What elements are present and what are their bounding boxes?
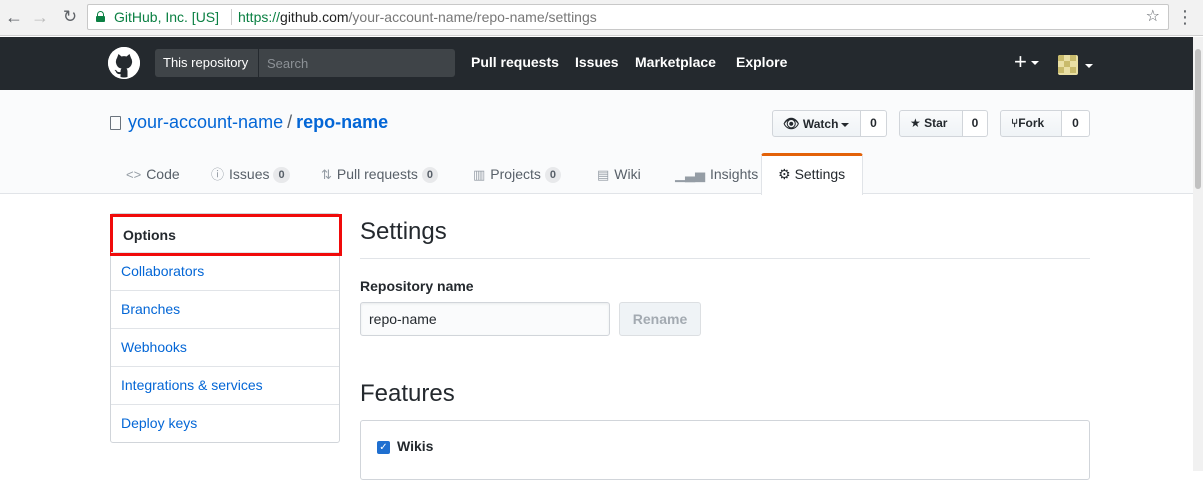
- wikis-label: Wikis: [397, 438, 434, 454]
- features-box: ✓ Wikis: [360, 420, 1090, 480]
- sidebar-item-collaborators[interactable]: Collaborators: [111, 252, 339, 290]
- lock-icon: [96, 11, 105, 22]
- graph-icon: ▁▃▅: [675, 167, 705, 182]
- github-header: This repository Pull requests Issues Mar…: [0, 37, 1203, 90]
- repo-icon: [110, 116, 121, 130]
- search-input[interactable]: [259, 49, 455, 77]
- bookmark-star-icon[interactable]: ☆: [1146, 5, 1160, 29]
- page-title: Settings: [360, 218, 447, 245]
- rename-button[interactable]: Rename: [619, 302, 701, 336]
- issues-counter: 0: [273, 167, 290, 183]
- forward-arrow-icon[interactable]: →: [30, 7, 50, 27]
- pulls-counter: 0: [421, 167, 438, 183]
- tab-insights[interactable]: ▁▃▅ Insights: [675, 154, 758, 194]
- page-scrollbar[interactable]: [1193, 37, 1203, 471]
- divider: [360, 258, 1090, 259]
- repo-name-input[interactable]: [360, 302, 610, 336]
- tab-pull-requests[interactable]: ⇅ Pull requests 0: [321, 154, 438, 194]
- repo-owner-link[interactable]: your-account-name: [128, 112, 283, 132]
- nav-pull-requests[interactable]: Pull requests: [471, 54, 559, 70]
- reload-icon[interactable]: ↻: [60, 7, 80, 27]
- sidebar-item-webhooks[interactable]: Webhooks: [111, 328, 339, 366]
- tab-projects[interactable]: ▥ Projects 0: [473, 154, 561, 194]
- star-button[interactable]: ★ Star: [899, 110, 963, 137]
- nav-issues[interactable]: Issues: [575, 54, 619, 70]
- features-title: Features: [360, 380, 455, 407]
- url-text[interactable]: https://github.com/your-account-name/rep…: [238, 5, 597, 29]
- github-logo-icon[interactable]: [108, 47, 140, 79]
- avatar[interactable]: [1058, 55, 1078, 75]
- wikis-checkbox[interactable]: ✓: [377, 441, 390, 454]
- omnibox-separator: [231, 9, 232, 25]
- chevron-down-icon: [1030, 61, 1039, 66]
- pull-request-icon: ⇅: [321, 167, 332, 182]
- projects-counter: 0: [544, 167, 561, 183]
- repo-path-separator: /: [287, 112, 293, 132]
- fork-count[interactable]: 0: [1062, 110, 1090, 137]
- issue-icon: ⓘ: [211, 167, 225, 182]
- repo-header: your-account-name / repo-name 👁 Watch 0 ★ …: [0, 90, 1193, 195]
- star-count[interactable]: 0: [963, 110, 988, 137]
- browser-menu-icon[interactable]: ⋮: [1176, 7, 1194, 27]
- nav-marketplace[interactable]: Marketplace: [635, 54, 716, 70]
- star-icon: ★: [910, 116, 921, 130]
- sidebar-item-deploy-keys[interactable]: Deploy keys: [111, 404, 339, 442]
- address-bar[interactable]: GitHub, Inc. [US] https://github.com/you…: [87, 4, 1169, 30]
- tab-code[interactable]: <> Code: [126, 154, 180, 194]
- avatar-chevron-down-icon[interactable]: [1085, 64, 1093, 68]
- tab-issues[interactable]: ⓘ Issues 0: [211, 154, 290, 194]
- search-scope-label[interactable]: This repository: [155, 49, 259, 77]
- tab-wiki[interactable]: ▤ Wiki: [597, 154, 641, 194]
- scrollbar-thumb[interactable]: [1195, 49, 1201, 189]
- sidebar-item-branches[interactable]: Branches: [111, 290, 339, 328]
- project-icon: ▥: [473, 167, 486, 182]
- tab-settings[interactable]: ⚙ Settings: [761, 153, 863, 195]
- repo-name-label: Repository name: [360, 278, 474, 294]
- search-scope-box: This repository: [155, 49, 455, 77]
- fork-button[interactable]: ⑂Fork: [1000, 110, 1062, 137]
- watch-count[interactable]: 0: [861, 110, 887, 137]
- repo-title: your-account-name / repo-name: [128, 112, 388, 133]
- watch-button[interactable]: 👁 Watch: [772, 110, 861, 137]
- book-icon: ▤: [597, 167, 610, 182]
- site-identity: GitHub, Inc. [US]: [114, 9, 220, 25]
- chevron-down-icon: [841, 122, 850, 127]
- sidebar-item-integrations[interactable]: Integrations & services: [111, 366, 339, 404]
- eye-icon: 👁: [783, 116, 800, 131]
- sidebar-item-options[interactable]: Options: [110, 214, 342, 256]
- gear-icon: ⚙: [778, 166, 791, 182]
- back-arrow-icon[interactable]: ←: [4, 7, 24, 27]
- settings-sidebar: Options Collaborators Branches Webhooks …: [110, 213, 342, 443]
- browser-toolbar: ← → ↻ GitHub, Inc. [US] https://github.c…: [0, 0, 1203, 36]
- new-menu-plus-icon[interactable]: +: [1014, 49, 1039, 75]
- nav-explore[interactable]: Explore: [736, 54, 787, 70]
- repo-name-link[interactable]: repo-name: [296, 112, 388, 132]
- code-icon: <>: [126, 167, 142, 182]
